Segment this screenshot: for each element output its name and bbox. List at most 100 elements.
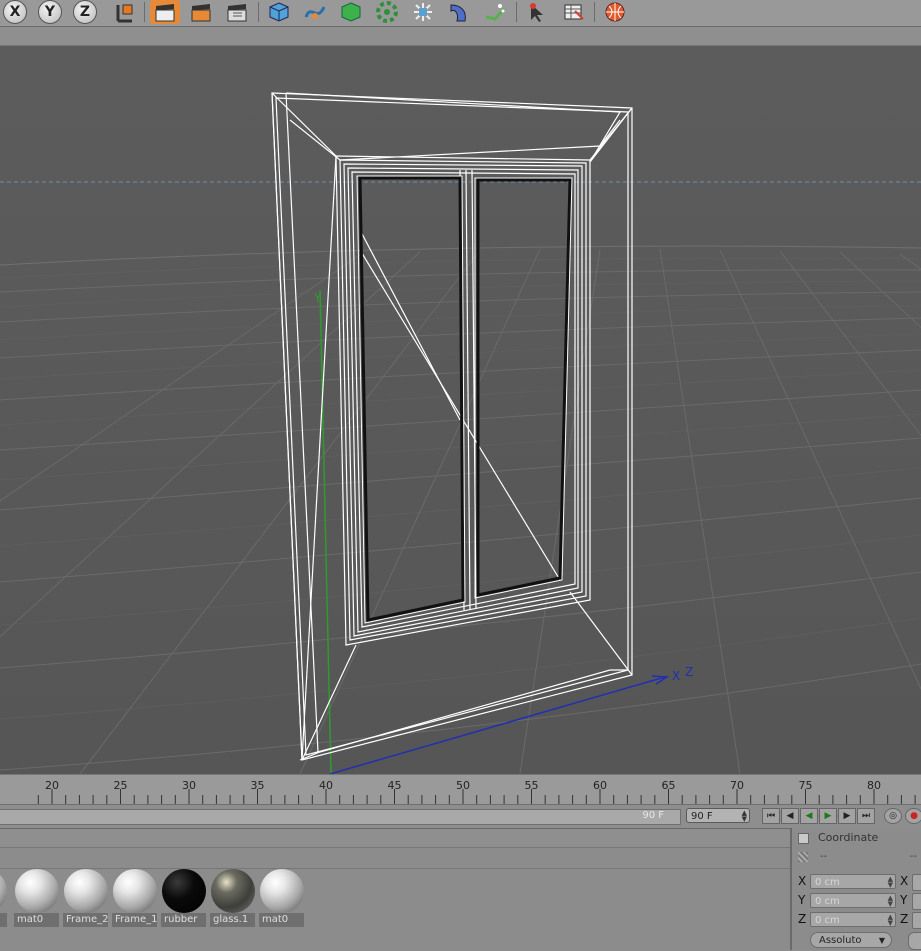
material-swatch-partial[interactable] (0, 869, 7, 929)
material-manager-menu (0, 829, 790, 848)
material-name: rubber (161, 913, 206, 927)
x-axis-lock-button[interactable]: X (2, 0, 28, 24)
ruler-tick-label: 60 (593, 779, 607, 792)
z-axis-lock-button[interactable]: Z (72, 0, 98, 24)
camera-icon (485, 4, 506, 21)
scale-x-field[interactable] (912, 874, 921, 891)
render-picture-viewer-button[interactable] (186, 0, 216, 24)
material-preview-sphere (113, 869, 157, 913)
render-picture-viewer-icon (191, 4, 211, 22)
material-name: mat0 (259, 913, 304, 927)
material-swatch[interactable]: rubber (161, 869, 206, 929)
coordinate-axis-label-2: Z (900, 912, 909, 926)
previous-key-icon: ◀ (786, 811, 794, 821)
play-forwards-button[interactable]: ▶ (819, 808, 837, 824)
main-toolbar: X Y Z (0, 0, 921, 27)
go-to-start-button[interactable]: ⏮ (762, 808, 780, 824)
tag-list-button[interactable] (558, 0, 588, 24)
coordinate-panel-checkbox[interactable] (798, 833, 809, 844)
tag-list-icon (564, 4, 584, 20)
camera-button[interactable] (480, 0, 510, 24)
material-swatch[interactable]: mat0 (14, 869, 59, 929)
timeline-ruler[interactable]: 20 25 30 35 40 45 50 55 60 65 70 75 80 (0, 774, 921, 805)
material-name: mat0 (14, 913, 59, 927)
material-swatch[interactable]: Frame_2 (63, 869, 108, 929)
material-preview-sphere (0, 869, 7, 913)
material-manager-subheader (0, 848, 790, 869)
material-swatch[interactable]: Frame_1 (112, 869, 157, 929)
nurbs-button[interactable] (336, 0, 366, 24)
chevron-down-icon: ▼ (878, 936, 885, 945)
coordinate-axis-label: Y (798, 893, 806, 907)
nurbs-icon (341, 2, 361, 22)
spline-pen-button[interactable] (300, 0, 330, 24)
coordinate-mode-select[interactable]: Assoluto ▼ (810, 932, 892, 948)
spline-pen-icon (304, 6, 326, 19)
material-swatch[interactable]: mat0 (259, 869, 304, 929)
scale-z-field[interactable] (912, 912, 921, 929)
modeling-array-icon (376, 1, 398, 23)
coordinate-axis-label: Z (798, 912, 807, 926)
material-name: Frame_1 (112, 913, 157, 927)
coordinate-row-y: Y 0 cm ▲ ▼ Y (796, 893, 921, 910)
coordinate-system-button[interactable] (108, 0, 138, 24)
max-frame-field[interactable]: 90 F ▲ ▼ (686, 808, 750, 823)
environment-button[interactable] (444, 0, 474, 24)
position-x-field[interactable]: 0 cm ▲ ▼ (810, 874, 896, 889)
x-axis-label-viewport: X (672, 669, 680, 683)
play-backwards-icon: ◀ (805, 811, 813, 821)
material-preview-sphere (211, 869, 255, 913)
coordinate-mode-select-2[interactable] (908, 932, 921, 950)
cube-primitive-button[interactable] (264, 0, 294, 24)
coordinate-mode-value: Assoluto (819, 935, 862, 946)
material-preview-sphere (162, 869, 206, 913)
render-view-button[interactable] (150, 0, 180, 24)
ruler-tick-label: 35 (250, 779, 265, 792)
record-active-objects-button[interactable]: ◎ (884, 808, 902, 824)
python-icon (605, 2, 625, 22)
material-preview-sphere (64, 869, 108, 913)
play-backwards-button[interactable]: ◀ (800, 808, 818, 824)
autokeying-button[interactable]: ● (905, 808, 921, 824)
material-preview-sphere (15, 869, 59, 913)
coordinate-system-icon (116, 4, 133, 23)
autokey-icon: ● (910, 811, 918, 821)
material-swatch[interactable]: glass.1 (210, 869, 255, 929)
modeling-array-button[interactable] (372, 0, 402, 24)
coordinate-axis-label: X (798, 874, 807, 888)
ruler-tick-label: 30 (182, 779, 196, 792)
max-frame-value: 90 F (691, 811, 713, 822)
z-axis-label: Z (73, 0, 97, 24)
coordinate-manager: Coordinate -- -- X0 cm ▲ ▼ X Y 0 cm ▲ ▼ Y Z 0 cm ▲ ▼… (790, 828, 921, 950)
go-to-end-icon: ⏭ (861, 811, 871, 821)
selection-tool-icon (530, 3, 543, 22)
cube-primitive-icon (269, 2, 289, 22)
ruler-tick-label: 55 (524, 779, 539, 792)
go-to-end-button[interactable]: ⏭ (857, 808, 875, 824)
coordinate-axis-label-2: Y (900, 893, 908, 907)
y-axis-lock-button[interactable]: Y (37, 0, 63, 24)
ruler-tick-label: 50 (456, 779, 470, 792)
next-key-button[interactable]: ▶ (838, 808, 856, 824)
position-value: 0 cm (815, 896, 840, 907)
position-y-field[interactable]: 0 cm ▲ ▼ (810, 893, 896, 908)
selection-tool-button[interactable] (522, 0, 552, 24)
time-slider-end-label: 90 F (642, 810, 664, 821)
go-to-start-icon: ⏮ (766, 811, 776, 821)
render-settings-button[interactable] (222, 0, 252, 24)
ruler-tick-label: 20 (45, 779, 59, 792)
position-z-field[interactable]: 0 cm ▲ ▼ (810, 912, 896, 927)
coordinate-axis-label-2: X (900, 874, 909, 888)
previous-key-button[interactable]: ◀ (781, 808, 799, 824)
ruler-tick-label: 40 (319, 779, 333, 792)
deformer-button[interactable] (408, 0, 438, 24)
environment-icon (450, 4, 466, 22)
3d-viewport[interactable]: X Z Y (0, 46, 921, 774)
deformer-icon (414, 3, 432, 21)
coordinate-panel-title: Coordinate (818, 831, 879, 844)
scale-y-field[interactable] (912, 893, 921, 910)
time-slider[interactable]: 90 F (0, 809, 681, 825)
play-forwards-icon: ▶ (824, 811, 832, 821)
stepper-arrows-icon: ▲ ▼ (887, 875, 893, 889)
python-button[interactable] (600, 0, 630, 24)
